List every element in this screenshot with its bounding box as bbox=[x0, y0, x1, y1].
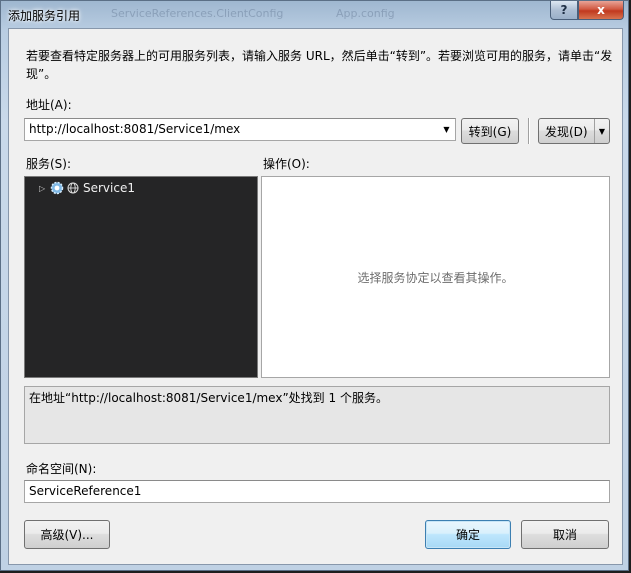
combo-dropdown-arrow-icon[interactable]: ▼ bbox=[438, 119, 455, 140]
background-tab-2: App.config bbox=[336, 7, 395, 20]
status-text: 在地址“http://localhost:8081/Service1/mex”处… bbox=[29, 391, 388, 405]
tree-item-service1[interactable]: ▷ Service1 bbox=[39, 181, 135, 195]
address-value: http://localhost:8081/Service1/mex bbox=[29, 122, 241, 136]
namespace-value: ServiceReference1 bbox=[29, 484, 142, 498]
add-service-reference-dialog: 添加服务引用 ServiceReferences.ClientConfig Ap… bbox=[0, 0, 629, 571]
status-message-box: 在地址“http://localhost:8081/Service1/mex”处… bbox=[24, 386, 610, 444]
services-tree[interactable]: ▷ Service1 bbox=[24, 176, 258, 378]
close-icon: x bbox=[597, 3, 605, 17]
advanced-button[interactable]: 高级(V)... bbox=[24, 520, 110, 549]
toolbar-separator bbox=[528, 118, 530, 144]
namespace-label: 命名空间(N): bbox=[26, 462, 97, 476]
address-combobox[interactable]: http://localhost:8081/Service1/mex ▼ bbox=[24, 118, 456, 141]
dialog-title: 添加服务引用 bbox=[8, 9, 81, 23]
discover-split-button[interactable]: 发现(D) ▼ bbox=[538, 118, 610, 144]
address-label: 地址(A): bbox=[26, 98, 72, 112]
services-label: 服务(S): bbox=[26, 157, 72, 171]
operations-label: 操作(O): bbox=[263, 157, 310, 171]
dialog-body: 若要查看特定服务器上的可用服务列表，请输入服务 URL，然后单击“转到”。若要浏… bbox=[8, 28, 623, 565]
cancel-button[interactable]: 取消 bbox=[521, 520, 609, 549]
close-button[interactable]: x bbox=[578, 1, 624, 20]
instructions-text: 若要查看特定服务器上的可用服务列表，请输入服务 URL，然后单击“转到”。若要浏… bbox=[26, 49, 613, 81]
service-gear-icon bbox=[50, 181, 64, 195]
background-tab-1: ServiceReferences.ClientConfig bbox=[111, 7, 284, 20]
help-button[interactable]: ? bbox=[550, 1, 578, 20]
help-icon: ? bbox=[560, 3, 568, 17]
namespace-input[interactable]: ServiceReference1 bbox=[24, 480, 610, 503]
ok-button[interactable]: 确定 bbox=[425, 520, 511, 549]
go-button[interactable]: 转到(G) bbox=[461, 118, 519, 144]
operations-panel[interactable]: 选择服务协定以查看其操作。 bbox=[261, 176, 610, 378]
operations-placeholder: 选择服务协定以查看其操作。 bbox=[357, 270, 514, 285]
expand-arrow-icon[interactable]: ▷ bbox=[39, 184, 49, 193]
discover-label: 发现(D) bbox=[545, 124, 588, 139]
globe-icon bbox=[67, 182, 79, 194]
title-bar[interactable]: 添加服务引用 ServiceReferences.ClientConfig Ap… bbox=[1, 1, 628, 27]
discover-dropdown-arrow-icon[interactable]: ▼ bbox=[594, 119, 609, 143]
service-name: Service1 bbox=[83, 181, 135, 195]
